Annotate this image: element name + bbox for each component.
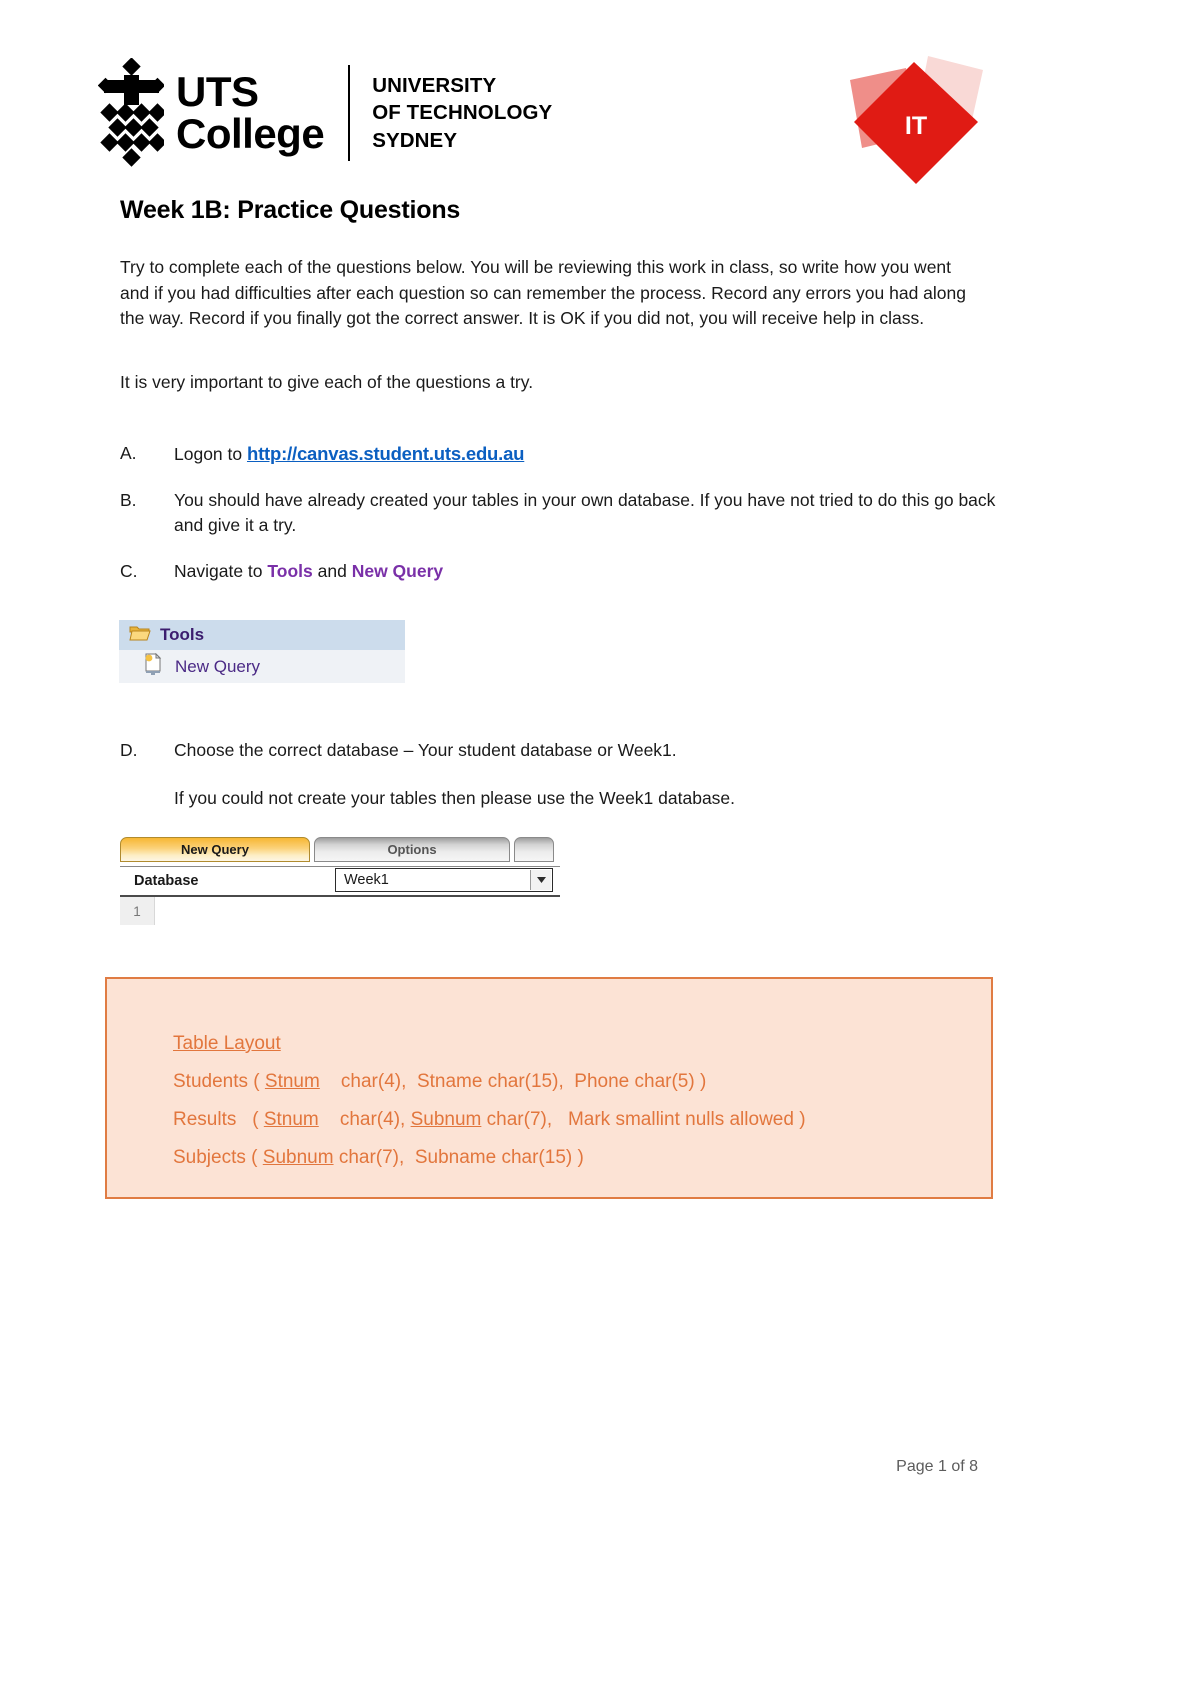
logo-college-text: College [176,109,325,157]
subjects-key-subnum: Subnum [262,1147,334,1168]
page-title: Week 1B: Practice Questions [120,196,461,224]
list-marker-a: A. [120,443,137,463]
list-marker-c: C. [120,560,138,581]
new-query-tabstrip: New Query Options [120,836,560,862]
results-prefix: Results ( [173,1109,264,1130]
tools-menu-name: Tools [267,560,313,581]
list-item-a: A. Logon to http://canvas.student.uts.ed… [120,441,1000,468]
results-key-stnum: Stnum [263,1109,319,1130]
tab-new-query[interactable]: New Query [120,837,310,862]
database-select-value: Week1 [344,872,389,888]
editor-line-number: 1 [120,897,155,925]
table-layout-row-subjects: Subjects ( Subnum char(7), Subname char(… [173,1139,991,1177]
intro-paragraph-1: Try to complete each of the questions be… [120,257,966,329]
editor-gutter: 1 [120,897,560,927]
list-text-c: Navigate to Tools and New Query [174,559,1000,585]
subjects-rest: char(7), Subname char(15) ) [333,1147,584,1168]
list-text-d-sub: If you could not create your tables then… [174,787,736,808]
tools-menu-header[interactable]: Tools [119,620,405,650]
canvas-link[interactable]: http://canvas.student.uts.edu.au [247,443,524,464]
it-badge-text: IT [905,112,927,140]
logo-university-lines: UNIVERSITY OF TECHNOLOGY SYDNEY [372,72,552,154]
list-text-b: You should have already created your tab… [174,489,996,536]
list-text-d: Choose the correct database – Your stude… [174,738,1000,811]
document-page: UTS College UNIVERSITY OF TECHNOLOGY SYD… [0,0,1200,1698]
results-mid: char(4), [318,1109,411,1130]
question-list: A. Logon to http://canvas.student.uts.ed… [120,441,1000,596]
database-select[interactable]: Week1 [335,868,553,892]
intro-paragraph-2: It is very important to give each of the… [120,372,534,392]
tab-extra[interactable] [514,837,554,862]
logo-wordmark: UTS College [176,68,325,157]
list-item-c: C. Navigate to Tools and New Query [120,559,1000,585]
logo-sub-line-3: SYDNEY [372,128,458,152]
logo-uts-text: UTS [176,68,259,116]
results-rest: char(7), Mark smallint nulls allowed ) [481,1109,806,1130]
table-layout-row-results: Results ( Stnum char(4), Subnum char(7),… [173,1101,991,1139]
list-marker-b: B. [120,489,137,510]
table-layout-title: Table Layout [173,1033,281,1054]
subjects-prefix: Subjects ( [173,1147,263,1168]
list-text-a: Logon to http://canvas.student.uts.edu.a… [174,441,1000,468]
it-diamond-badge-icon: IT [836,56,984,186]
list-item-d: D. Choose the correct database – Your st… [120,738,1000,811]
students-key-stnum: Stnum [264,1071,320,1092]
open-folder-icon [129,624,151,647]
logo-divider [348,65,351,161]
chevron-down-icon[interactable] [530,870,551,890]
logon-label: Logon to [174,444,247,464]
students-prefix: Students ( [173,1071,265,1092]
results-key-subnum: Subnum [410,1109,482,1130]
logo-sub-line-1: UNIVERSITY [372,74,497,98]
table-layout-callout: Table Layout Students ( Stnum char(4), S… [105,977,993,1199]
uts-diamond-mark-icon [97,57,167,168]
logo-sub-line-2: OF TECHNOLOGY [372,101,553,125]
and-label: and [312,560,352,581]
page-header: UTS College UNIVERSITY OF TECHNOLOGY SYD… [0,0,1200,190]
database-label: Database [134,873,199,889]
students-rest: char(4), Stname char(15), Phone char(5) … [319,1071,707,1092]
tab-options[interactable]: Options [314,837,510,862]
tools-menu-item-new-query[interactable]: New Query [119,650,405,683]
tools-menu-screenshot: Tools New Query [119,620,405,683]
page-number: Page 1 of 8 [896,1458,978,1475]
tools-menu-label: Tools [160,625,205,644]
table-layout-row-students: Students ( Stnum char(4), Stname char(15… [173,1063,991,1101]
new-query-panel-screenshot: New Query Options Database Week1 1 [120,836,560,927]
new-query-document-icon [143,652,163,680]
navigate-label: Navigate to [174,560,268,581]
tools-new-query-label: New Query [175,656,261,676]
database-row: Database Week1 [120,867,560,897]
uts-college-logo: UTS College UNIVERSITY OF TECHNOLOGY SYD… [97,57,552,168]
list-text-d-main: Choose the correct database – Your stude… [174,740,677,760]
table-layout-content: Table Layout Students ( Stnum char(4), S… [107,979,991,1177]
list-marker-d: D. [120,740,138,760]
list-item-b: B. You should have already created your … [120,488,1000,539]
new-query-menu-name: New Query [351,560,444,581]
